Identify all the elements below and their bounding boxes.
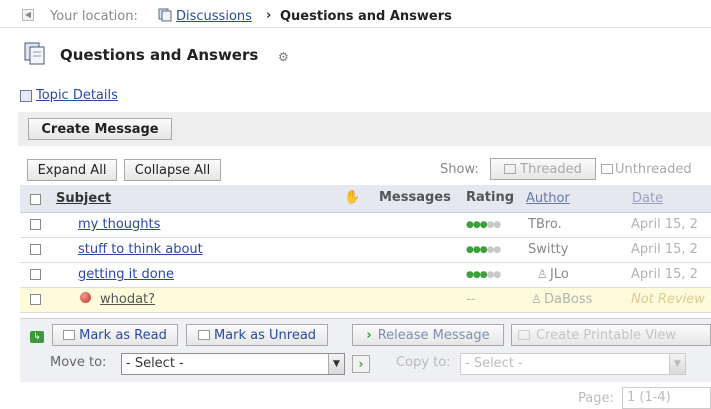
threaded-button[interactable]: Threaded: [490, 158, 596, 180]
page-title: Questions and Answers: [60, 46, 259, 64]
message-subject-link[interactable]: whodat?: [100, 292, 155, 307]
row-checkbox[interactable]: [30, 219, 41, 230]
page-select[interactable]: 1 (1-4): [622, 387, 711, 409]
messages-header: Messages: [379, 190, 451, 205]
breadcrumb-discussions-link[interactable]: Discussions: [176, 9, 252, 24]
action-arrow-icon: ↳: [30, 331, 44, 343]
discussions-icon: [158, 8, 172, 22]
printer-icon: [518, 330, 530, 340]
row-checkbox[interactable]: [30, 269, 41, 280]
move-to-select[interactable]: - Select - ▼: [121, 353, 345, 375]
rating-header: Rating: [466, 190, 515, 205]
topic-details-icon: [20, 90, 32, 102]
topic-details-link[interactable]: Topic Details: [36, 88, 118, 103]
rating-stars: ●●●●●: [466, 220, 501, 230]
breadcrumb-prefix: Your location:: [50, 9, 138, 24]
author-name: DaBoss: [544, 292, 593, 307]
breadcrumb-bar: ◀ Your location: Discussions › Questions…: [0, 4, 711, 28]
expand-all-button[interactable]: Expand All: [27, 159, 117, 181]
release-message-label: Release Message: [377, 327, 490, 343]
page-value: 1 (1-4): [627, 390, 671, 405]
row-checkbox[interactable]: [30, 294, 41, 305]
topic-icon: [24, 42, 46, 66]
author-name: TBro.: [528, 217, 562, 232]
user-icon: ♙: [531, 292, 542, 306]
subject-header[interactable]: Subject: [56, 191, 111, 206]
create-printable-label: Create Printable View: [536, 327, 677, 343]
settings-icon[interactable]: ⚙: [278, 50, 289, 64]
back-arrow-icon[interactable]: ◀: [22, 9, 34, 21]
envelope-icon: [197, 330, 210, 340]
mark-as-read-button[interactable]: Mark as Read: [52, 324, 178, 346]
author-header[interactable]: Author: [526, 191, 570, 206]
rating-stars: ●●●●●: [466, 245, 501, 255]
release-arrow-icon: ›: [366, 327, 372, 343]
mark-as-unread-button[interactable]: Mark as Unread: [186, 324, 328, 346]
user-icon: ♙: [537, 267, 548, 281]
threaded-label: Threaded: [520, 161, 582, 177]
message-date: April 15, 2: [631, 267, 698, 282]
mark-as-unread-label: Mark as Unread: [213, 327, 317, 343]
select-all-checkbox[interactable]: [30, 194, 41, 205]
show-label: Show:: [440, 162, 479, 177]
breadcrumb-current: Questions and Answers: [280, 9, 452, 24]
move-to-label: Move to:: [50, 355, 107, 370]
message-subject-link[interactable]: getting it done: [78, 267, 174, 282]
move-go-button[interactable]: ›: [352, 355, 370, 373]
unthreaded-link[interactable]: Unthreaded: [615, 162, 692, 177]
collapse-all-button[interactable]: Collapse All: [124, 159, 221, 181]
message-date: April 15, 2: [631, 242, 698, 257]
rating-stars: ●●●●●: [466, 270, 501, 280]
author-name: Switty: [528, 242, 569, 257]
pending-status-icon: [80, 292, 91, 303]
attachment-icon: ✋: [344, 190, 361, 205]
message-date: Not Review: [631, 292, 705, 307]
breadcrumb-separator: ›: [266, 8, 272, 23]
chevron-down-icon: ▼: [669, 354, 685, 374]
create-printable-view-button[interactable]: Create Printable View: [511, 324, 711, 346]
message-subject-link[interactable]: my thoughts: [78, 217, 160, 232]
rating-text: --: [466, 292, 476, 307]
message-subject-link[interactable]: stuff to think about: [78, 242, 203, 257]
message-date: April 15, 2: [631, 217, 698, 232]
table-header: [20, 185, 711, 213]
release-message-button[interactable]: › Release Message: [352, 324, 504, 346]
move-to-value: - Select -: [126, 356, 184, 371]
page-label: Page:: [578, 391, 614, 406]
threaded-icon: [504, 164, 517, 174]
envelope-open-icon: [63, 330, 76, 340]
copy-to-label: Copy to:: [396, 355, 451, 370]
chevron-down-icon: ▼: [328, 354, 344, 374]
row-checkbox[interactable]: [30, 244, 41, 255]
create-message-button[interactable]: Create Message: [28, 118, 172, 140]
mark-as-read-label: Mark as Read: [79, 327, 167, 343]
unthreaded-icon: [601, 164, 613, 174]
copy-to-value: - Select -: [465, 356, 523, 371]
date-header[interactable]: Date: [632, 191, 663, 206]
author-name: JLo: [550, 267, 569, 282]
copy-to-select[interactable]: - Select - ▼: [460, 353, 686, 375]
